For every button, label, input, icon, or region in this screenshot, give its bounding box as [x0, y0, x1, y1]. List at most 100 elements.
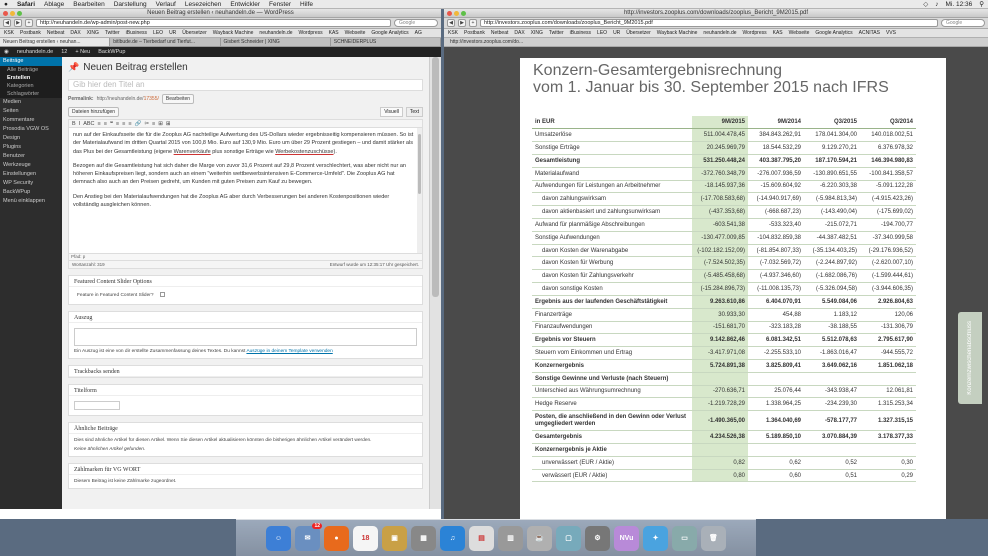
bookmark-item[interactable]: neuhandeln.de	[259, 30, 292, 36]
sidebar-item[interactable]: BackWPup	[0, 188, 62, 197]
sysprefs-icon[interactable]: ⚙	[585, 525, 610, 551]
share-button[interactable]: +	[25, 19, 33, 27]
toolbar-button[interactable]: ABC	[83, 121, 94, 127]
add-media-button[interactable]: Dateien hinzufügen	[68, 107, 120, 117]
toolbar-button[interactable]: ≡	[98, 121, 101, 127]
bookmark-item[interactable]: AG	[415, 30, 422, 36]
menu-item[interactable]: Bearbeiten	[73, 0, 104, 8]
toolbar-button[interactable]: ≡	[116, 121, 119, 127]
bookmark-item[interactable]: DAX	[514, 30, 524, 36]
bookmark-item[interactable]: Webseite	[345, 30, 366, 36]
bookmark-item[interactable]: XING	[531, 30, 543, 36]
title-input[interactable]: Gib hier den Titel an	[68, 79, 423, 91]
sidebar-item[interactable]: Medien	[0, 98, 62, 107]
toolbar-button[interactable]: ✂	[144, 121, 149, 127]
titleform-input[interactable]	[74, 401, 120, 410]
permalink-edit-button[interactable]: Bearbeiten	[161, 94, 195, 104]
adminbar-backwpup[interactable]: BackWPup	[98, 47, 125, 57]
bookmark-item[interactable]: Wordpress	[299, 30, 323, 36]
sidebar-item[interactable]: Plugins	[0, 143, 62, 152]
sidebar-item[interactable]: Kategorien	[0, 82, 62, 90]
bookmark-item[interactable]: neuhandeln.de	[703, 30, 736, 36]
bookmark-item[interactable]: LEO	[597, 30, 607, 36]
sidebar-item[interactable]: Seiten	[0, 107, 62, 116]
wifi-icon[interactable]: ◇	[923, 0, 928, 8]
menu-item[interactable]: Fenster	[269, 0, 291, 8]
box-title[interactable]: Auszug	[69, 312, 422, 323]
bookmark-item[interactable]: LEO	[153, 30, 163, 36]
bookmark-item[interactable]: iBusiness	[570, 30, 591, 36]
toolbar-button[interactable]: ≡	[152, 121, 155, 127]
back-button[interactable]: ◀	[3, 19, 11, 27]
bookmark-item[interactable]: VVS	[886, 30, 896, 36]
toolbar-button[interactable]: ≡	[122, 121, 125, 127]
box-title[interactable]: Titelform	[69, 385, 422, 396]
trash-icon[interactable]: 🗑	[701, 525, 726, 551]
nvu-icon[interactable]: NVu	[614, 525, 639, 551]
excerpt-textarea[interactable]	[74, 328, 417, 346]
forward-button[interactable]: ▶	[14, 19, 22, 27]
bookmark-item[interactable]: Postbank	[20, 30, 41, 36]
bookmark-item[interactable]: Google Analytics	[815, 30, 852, 36]
bookmark-item[interactable]: Wayback Machine	[213, 30, 254, 36]
volume-icon[interactable]: ♪	[935, 0, 938, 8]
sidebar-item[interactable]: Benutzer	[0, 152, 62, 161]
address-bar[interactable]: http://investors.zooplus.com/downloads/z…	[480, 19, 938, 27]
search-field[interactable]: Google	[394, 19, 438, 27]
sidebar-item[interactable]: WP Security	[0, 179, 62, 188]
search-field[interactable]: Google	[941, 19, 985, 27]
box-title[interactable]: Trackbacks senden	[69, 366, 422, 377]
menu-item[interactable]: Verlauf	[156, 0, 176, 8]
mail-icon[interactable]: ✉ 12	[295, 522, 322, 551]
minimize-button[interactable]	[454, 11, 459, 16]
wp-logo-icon[interactable]: ◉	[4, 47, 9, 57]
bookmark-item[interactable]: UR	[169, 30, 176, 36]
back-button[interactable]: ◀	[447, 19, 455, 27]
itunes-icon[interactable]: ♫	[440, 525, 465, 551]
bookmark-item[interactable]: KSK	[448, 30, 458, 36]
bookmark-item[interactable]: Twitter	[105, 30, 120, 36]
menu-item[interactable]: Entwickler	[230, 0, 260, 8]
bookmark-item[interactable]: KAS	[773, 30, 783, 36]
box-title[interactable]: Zählmarken für VG WORT	[69, 464, 422, 475]
tab-visual[interactable]: Visuell	[380, 107, 403, 117]
bookmark-item[interactable]: Übersetzer	[182, 30, 206, 36]
box-title[interactable]: Ähnliche Beiträge	[69, 423, 422, 434]
toolbar-button[interactable]: ❝	[110, 121, 113, 127]
coffee-icon[interactable]: ☕	[527, 525, 552, 551]
bookmark-item[interactable]: UR	[613, 30, 620, 36]
bookmark-item[interactable]: iBusiness	[126, 30, 147, 36]
preview-icon[interactable]: ▢	[556, 525, 581, 551]
toolbar-button[interactable]: ⊞	[158, 121, 163, 127]
sidebar-item[interactable]: Schlagwörter	[0, 90, 62, 98]
menu-item[interactable]: Ablage	[44, 0, 64, 8]
bookmark-item[interactable]: DAX	[70, 30, 80, 36]
folder-icon[interactable]: ▭	[672, 525, 697, 551]
browser-tab[interactable]: bitlbude.de – Tierbedarf und Tierfut...	[110, 38, 221, 46]
page-scrollbar[interactable]	[429, 57, 441, 509]
toolbar-button[interactable]: I	[79, 121, 81, 127]
sidebar-item[interactable]: Kommentare	[0, 116, 62, 125]
address-bar[interactable]: http://neuhandeln.de/wp-admin/post-new.p…	[36, 19, 391, 27]
toolbar-button[interactable]: ≡	[128, 121, 131, 127]
bookmark-item[interactable]: Netbeat	[491, 30, 509, 36]
sidebar-item[interactable]: Alle Beiträge	[0, 66, 62, 74]
adminbar-site[interactable]: neuhandeln.de	[17, 47, 53, 57]
sidebar-item[interactable]: Beiträge	[0, 57, 62, 66]
box-title[interactable]: Featured Content Slider Options	[69, 276, 422, 287]
editor-scrollbar[interactable]	[417, 128, 422, 253]
zoom-button[interactable]	[461, 11, 466, 16]
close-button[interactable]	[447, 11, 452, 16]
toolbar-button[interactable]: ⊞	[166, 121, 171, 127]
toolbar-button[interactable]: ≡	[104, 121, 107, 127]
safari-icon[interactable]: ✦	[643, 525, 668, 551]
photo-icon[interactable]: ▣	[382, 525, 407, 551]
sidebar-item[interactable]: Werkzeuge	[0, 161, 62, 170]
sidebar-item[interactable]: Erstellen	[0, 74, 62, 82]
browser-tab[interactable]: SCHNEIDERPLUS	[331, 38, 441, 46]
sidebar-item[interactable]: Design	[0, 134, 62, 143]
doc-icon[interactable]: ▤	[469, 525, 494, 551]
apple-icon[interactable]: ●	[4, 0, 8, 8]
menu-clock[interactable]: Mi. 12:36	[945, 0, 972, 8]
adminbar-comments[interactable]: 12	[61, 47, 67, 57]
